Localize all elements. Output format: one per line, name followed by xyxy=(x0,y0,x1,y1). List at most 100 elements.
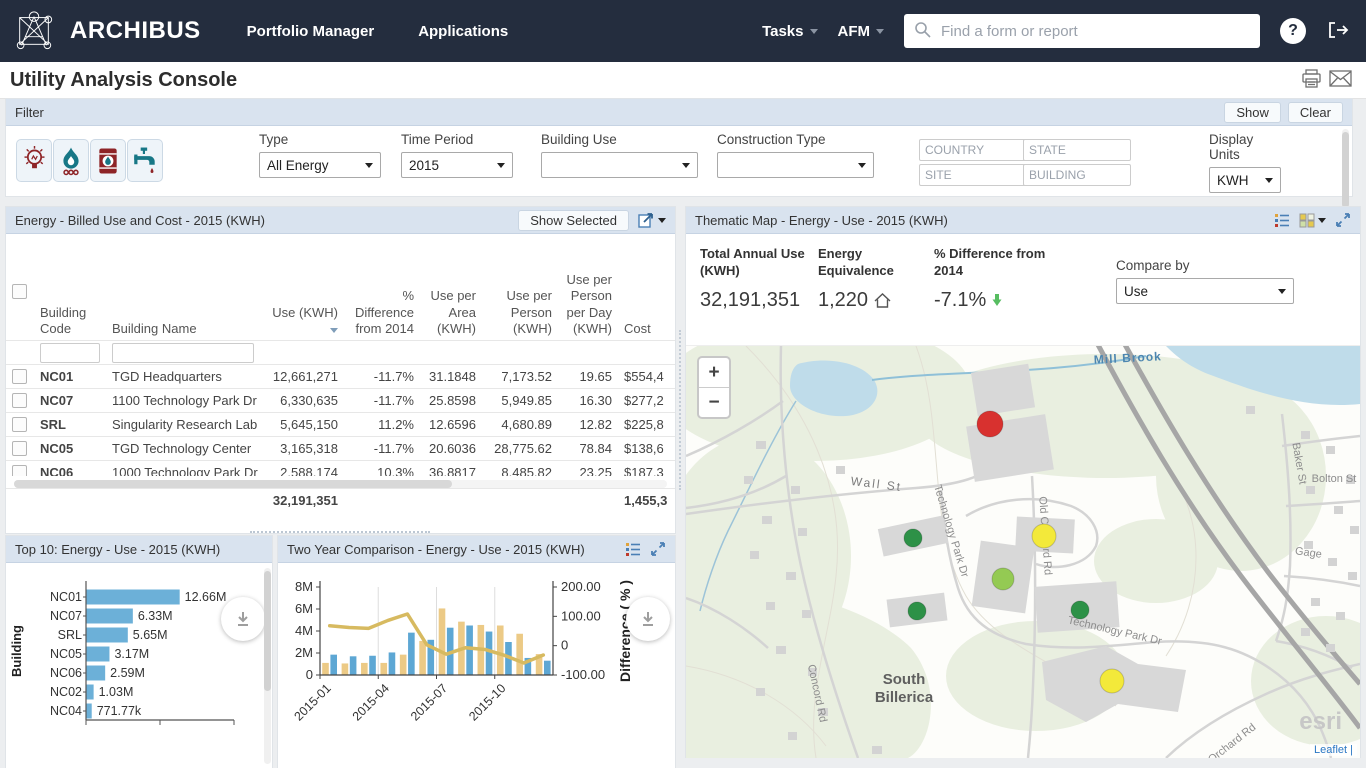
map-marker[interactable] xyxy=(1031,523,1057,549)
export-button[interactable] xyxy=(638,212,666,228)
country-input[interactable] xyxy=(919,139,1027,161)
chevron-down-icon xyxy=(876,28,884,34)
expand-button[interactable] xyxy=(650,541,666,557)
download-chart-button[interactable] xyxy=(221,597,265,641)
thematic-map-title: Thematic Map - Energy - Use - 2015 (KWH) xyxy=(695,212,948,228)
state-input[interactable] xyxy=(1023,139,1131,161)
column-filter-input[interactable] xyxy=(40,342,100,363)
map[interactable]: Mill BrookWall StTechnology Park DrOld C… xyxy=(686,346,1360,758)
svg-text:-100.00: -100.00 xyxy=(561,667,605,682)
table-horizontal-scrollbar[interactable] xyxy=(14,480,667,488)
leaflet-attribution[interactable]: Leaflet | xyxy=(1310,744,1357,756)
map-marker[interactable] xyxy=(903,528,923,548)
zoom-in-button[interactable]: + xyxy=(699,358,729,388)
column-header[interactable]: Building Name xyxy=(106,234,260,341)
svg-text:Building: Building xyxy=(9,625,24,677)
pct-difference-value: -7.1% xyxy=(934,288,987,311)
column-header[interactable]: % Difference from 2014 xyxy=(344,234,420,341)
building-input[interactable] xyxy=(1023,164,1131,186)
legend-button[interactable] xyxy=(625,542,641,557)
email-icon[interactable] xyxy=(1329,70,1352,90)
map-label: South xyxy=(883,671,926,688)
table-cell: 4,680.89 xyxy=(482,412,558,437)
table-cell: 16.30 xyxy=(558,388,618,413)
gas-filter-button[interactable] xyxy=(53,139,89,182)
filter-header-label: Filter xyxy=(15,104,44,120)
zoom-out-button[interactable]: − xyxy=(699,388,729,417)
time-period-select[interactable]: 2015 xyxy=(401,152,513,178)
table-totals-row: 32,191,351 1,455,3 xyxy=(6,488,675,512)
print-icon[interactable] xyxy=(1301,69,1322,91)
chevron-down-icon xyxy=(365,162,373,168)
show-selected-button[interactable]: Show Selected xyxy=(518,209,629,231)
top10-panel: Top 10: Energy - Use - 2015 (KWH) NC01 12… xyxy=(6,536,272,768)
filter-scrollbar[interactable] xyxy=(1342,129,1349,219)
water-filter-button[interactable] xyxy=(127,139,163,182)
column-header[interactable]: Use per Area (KWH) xyxy=(420,234,482,341)
building-use-select[interactable] xyxy=(541,152,698,178)
column-header[interactable]: Cost xyxy=(618,234,675,341)
table-cell: $277,2 xyxy=(618,388,675,413)
svg-text:2.59M: 2.59M xyxy=(110,666,145,680)
table-cell: -11.7% xyxy=(344,436,420,461)
table-cell: 20.6036 xyxy=(420,436,482,461)
nav-portfolio-manager[interactable]: Portfolio Manager xyxy=(247,23,375,40)
nav-search-input[interactable] xyxy=(939,21,1250,41)
svg-text:NC05: NC05 xyxy=(50,647,82,661)
row-checkbox[interactable] xyxy=(12,441,27,456)
row-checkbox[interactable] xyxy=(12,465,27,476)
expand-button[interactable] xyxy=(1335,212,1351,228)
map-label: Billerica xyxy=(875,689,934,706)
svg-text:2015-04: 2015-04 xyxy=(350,681,392,723)
nav-right: Tasks AFM ? xyxy=(762,14,1366,48)
afm-menu[interactable]: AFM xyxy=(838,23,884,40)
row-checkbox[interactable] xyxy=(12,393,27,408)
legend-button[interactable] xyxy=(1274,213,1290,228)
map-marker[interactable] xyxy=(1070,600,1090,620)
map-marker[interactable] xyxy=(1099,668,1125,694)
expand-icon xyxy=(651,542,665,556)
brand-name: ARCHIBUS xyxy=(70,17,201,44)
electricity-filter-button[interactable] xyxy=(16,139,52,182)
type-label: Type xyxy=(259,132,289,147)
show-button[interactable]: Show xyxy=(1224,101,1281,123)
site-input[interactable] xyxy=(919,164,1027,186)
table-cell: NC06 xyxy=(34,460,106,476)
svg-text:12.66M: 12.66M xyxy=(185,590,227,604)
tasks-menu[interactable]: Tasks xyxy=(762,23,818,40)
display-units-select[interactable]: KWH xyxy=(1209,167,1281,193)
compare-by-select[interactable]: Use xyxy=(1116,278,1294,304)
top10-chart: NC01 12.66M NC07 6.33M SRL 5.65M NC05 3.17M NC06… xyxy=(9,581,235,725)
type-select[interactable]: All Energy xyxy=(259,152,381,178)
table-cell: $554,4 xyxy=(618,364,675,389)
svg-text:0: 0 xyxy=(561,638,568,653)
column-header[interactable]: Use per Person per Day (KWH) xyxy=(558,234,618,341)
building-use-label: Building Use xyxy=(541,132,617,147)
layers-button[interactable] xyxy=(1299,213,1326,228)
chevron-down-icon xyxy=(1318,217,1326,223)
nav-applications[interactable]: Applications xyxy=(418,23,508,40)
map-marker[interactable] xyxy=(907,601,927,621)
map-marker[interactable] xyxy=(976,410,1004,438)
panel-splitter[interactable] xyxy=(679,330,681,490)
oil-filter-button[interactable] xyxy=(90,139,126,182)
column-filter-input[interactable] xyxy=(112,342,254,363)
clear-button[interactable]: Clear xyxy=(1287,101,1343,123)
select-all-checkbox[interactable] xyxy=(12,284,27,299)
download-chart-button[interactable] xyxy=(626,597,670,641)
top-nav: ARCHIBUS Portfolio Manager Applications … xyxy=(0,0,1366,62)
panel-splitter[interactable] xyxy=(250,531,430,533)
table-cell: 10.3% xyxy=(344,460,420,476)
construction-type-select[interactable] xyxy=(717,152,874,178)
time-period-label: Time Period xyxy=(401,132,474,147)
top10-scrollbar[interactable] xyxy=(264,568,271,764)
sign-out-icon[interactable] xyxy=(1326,19,1350,44)
map-marker[interactable] xyxy=(991,567,1015,591)
help-button[interactable]: ? xyxy=(1280,18,1306,44)
column-header[interactable]: Use (KWH) xyxy=(260,234,344,341)
row-checkbox[interactable] xyxy=(12,417,27,432)
column-header[interactable]: Use per Person (KWH) xyxy=(482,234,558,341)
energy-equivalence-value: 1,220 xyxy=(818,288,869,311)
column-header[interactable]: Building Code xyxy=(34,234,106,341)
row-checkbox[interactable] xyxy=(12,369,27,384)
